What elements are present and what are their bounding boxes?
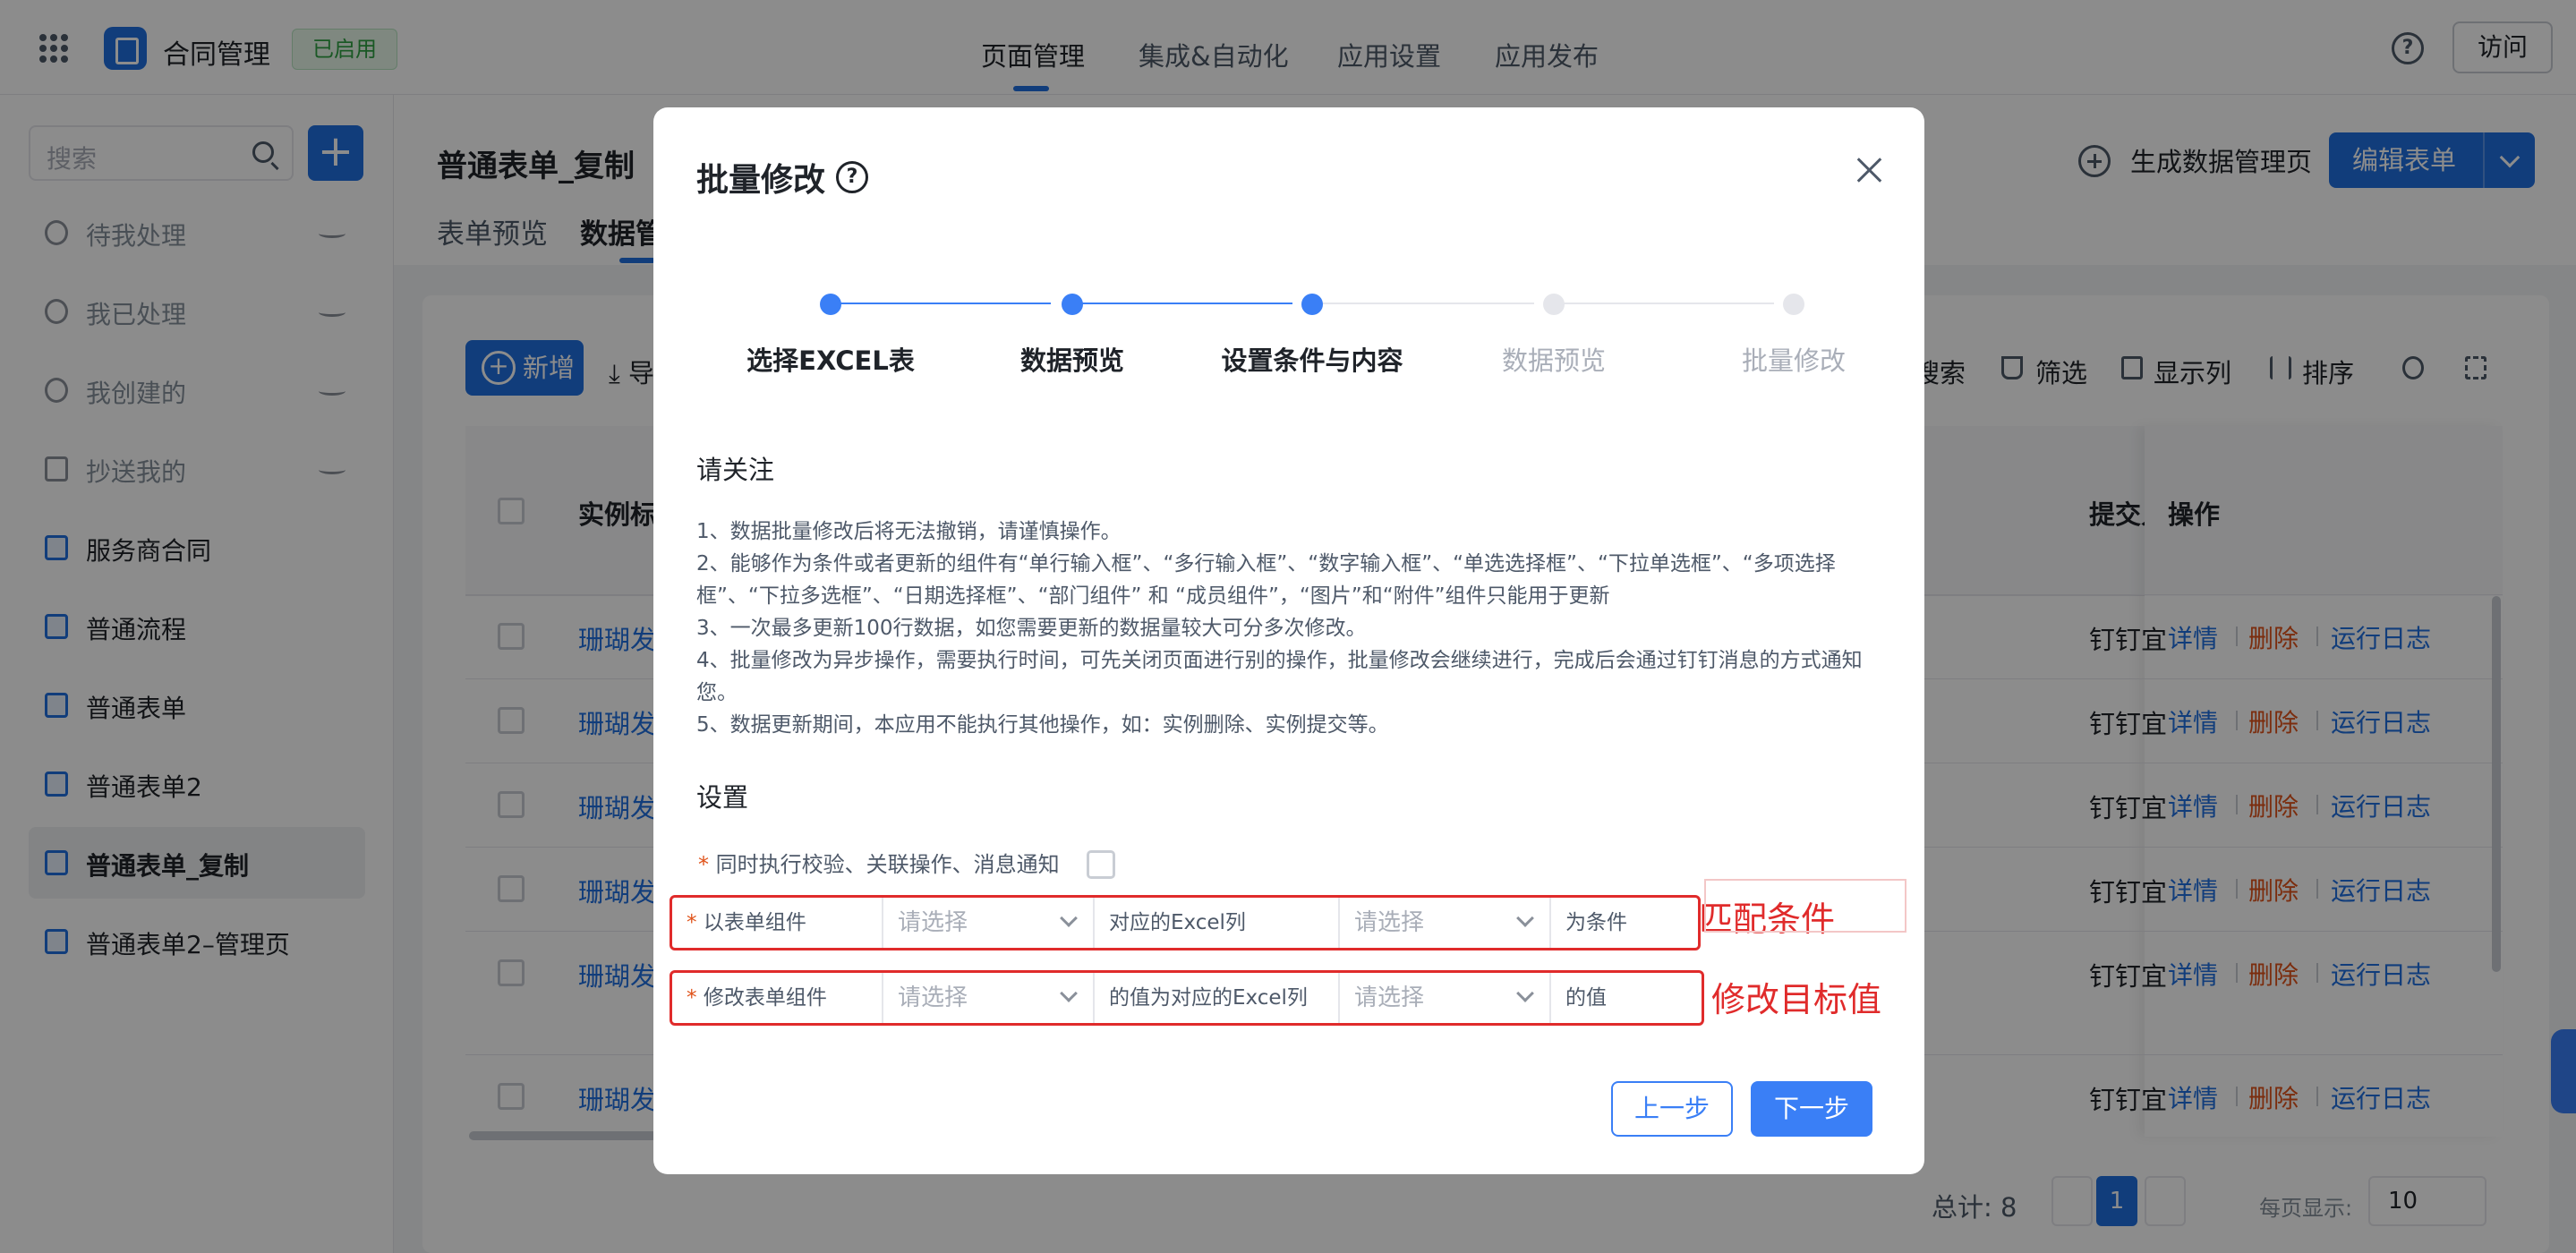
modal-title: 批量修改 [696,162,826,199]
notice-item: 2、能够作为条件或者更新的组件有“单行输入框”、“多行输入框”、“数字输入框”、… [696,552,1836,608]
required-star: * [687,911,704,934]
option-checkbox[interactable] [1087,850,1115,879]
chevron-down-icon [1060,984,1078,1002]
next-step-button[interactable]: 下一步 [1751,1081,1872,1137]
update-suffix: 的值 [1565,986,1607,1010]
step-dot-5 [1783,294,1804,315]
update-label: * 修改表单组件 [672,973,883,1023]
step-connector [831,303,1051,304]
chevron-down-icon [1516,909,1534,927]
update-label-text: 修改表单组件 [703,986,827,1010]
condition-label-text: 以表单组件 [703,911,806,934]
step-dot-1 [820,294,841,315]
settings-title: 设置 [696,782,749,813]
condition-excel-column-select[interactable]: 请选择 [1340,898,1551,948]
condition-form-field-select[interactable]: 请选择 [883,898,1095,948]
update-row: * 修改表单组件 请选择 的值为对应的Excel列 请选择 的值 [670,970,1704,1026]
option-label-text: 同时执行校验、关联操作、消息通知 [715,852,1060,877]
step-label-4: 数据预览 [1501,345,1606,376]
chevron-down-icon [1060,909,1078,927]
step-label-3: 设置条件与内容 [1221,345,1403,376]
notice-item: 5、数据更新期间，本应用不能执行其他操作，如：实例删除、实例提交等。 [696,713,1389,737]
previous-step-button[interactable]: 上一步 [1611,1081,1733,1137]
update-form-field-select[interactable]: 请选择 [883,973,1095,1023]
condition-suffix: 为条件 [1565,911,1627,934]
notice-list: 1、数据批量修改后将无法撤销，请谨慎操作。 2、能够作为条件或者更新的组件有“单… [696,516,1887,741]
notice-item: 1、数据批量修改后将无法撤销，请谨慎操作。 [696,520,1122,543]
notice-title: 请关注 [696,455,775,485]
condition-middle-text: 对应的Excel列 [1095,898,1340,948]
batch-edit-modal: 批量修改 ? 选择EXCEL表 数据预览 设置条件与内容 数据预览 批量修改 请… [653,107,1924,1174]
select-placeholder: 请选择 [1354,984,1425,1011]
update-middle-text: 的值为对应的Excel列 [1095,973,1340,1023]
help-icon[interactable]: ? [836,161,868,193]
step-dot-2 [1062,294,1083,315]
select-placeholder: 请选择 [898,909,968,936]
step-dot-3 [1301,294,1323,315]
option-label: * 同时执行校验、关联操作、消息通知 [698,847,1060,878]
step-connector [1072,303,1292,304]
notice-item: 3、一次最多更新100行数据，如您需要更新的数据量较大可分多次修改。 [696,617,1367,640]
annotation-box [1704,879,1906,933]
condition-row: * 以表单组件 请选择 对应的Excel列 请选择 为条件 [670,895,1701,950]
required-star: * [687,986,704,1010]
update-excel-column-select[interactable]: 请选择 [1340,973,1551,1023]
required-star: * [698,852,716,877]
condition-label: * 以表单组件 [672,898,883,948]
close-icon[interactable] [1851,152,1889,190]
annotation-modify-target: 修改目标值 [1711,980,1882,1019]
step-dot-4 [1543,294,1565,315]
step-label-5: 批量修改 [1741,345,1846,376]
notice-item: 4、批量修改为异步操作，需要执行时间，可先关闭页面进行别的操作，批量修改会继续进… [696,649,1863,704]
chevron-down-icon [1516,984,1534,1002]
step-label-2: 数据预览 [1019,345,1124,376]
select-placeholder: 请选择 [1354,909,1425,936]
select-placeholder: 请选择 [898,984,968,1011]
step-connector [1314,303,1534,304]
step-connector [1554,303,1774,304]
step-label-1: 选择EXCEL表 [746,345,915,376]
